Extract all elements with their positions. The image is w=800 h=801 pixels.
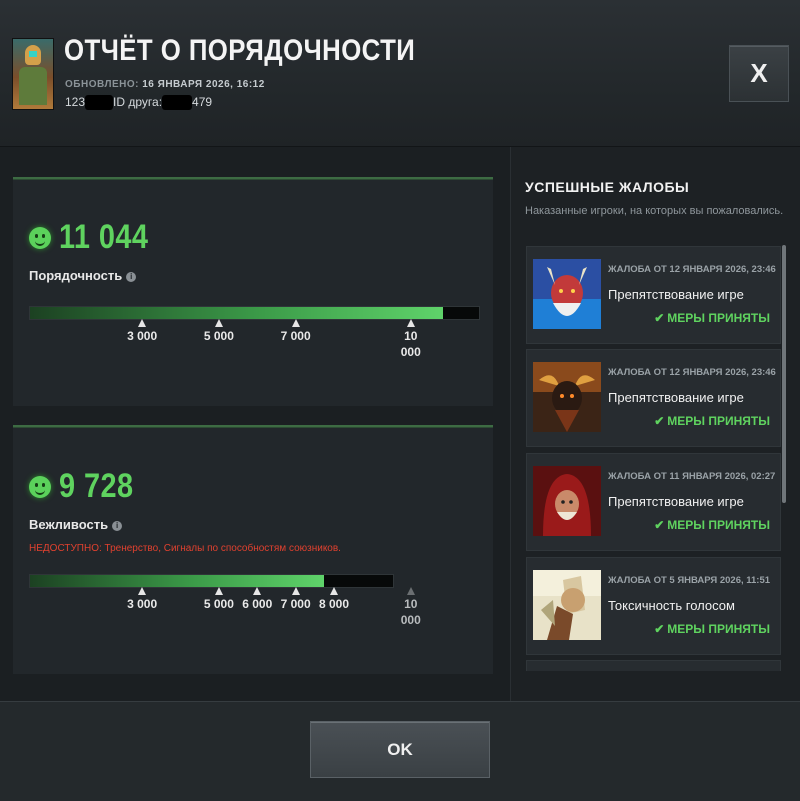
tick-label: 3 000 xyxy=(127,597,158,611)
tick-label: 7 000 xyxy=(280,329,311,343)
info-icon[interactable]: i xyxy=(126,272,137,282)
report-date: ЖАЛОБА ОТ 12 ЯНВАРЯ 2026, 23:46 xyxy=(608,264,776,275)
conduct-progress-fill xyxy=(30,307,444,319)
redaction-box xyxy=(85,95,114,111)
report-card[interactable]: ЖАЛОБА ОТ 11 ЯНВАРЯ 2026, 02:27 Препятст… xyxy=(526,453,781,551)
unavailable-notice: НЕДОСТУПНО: Тренерство, Сигналы по спосо… xyxy=(29,543,341,554)
report-status-text: МЕРЫ ПРИНЯТЫ xyxy=(667,414,770,428)
tick-marker xyxy=(291,319,300,327)
friend-id-label: ID друга: xyxy=(113,95,163,109)
close-icon[interactable]: X xyxy=(750,58,767,89)
checkmark-icon: ✔ xyxy=(654,414,665,428)
behavior-label: Вежливость i xyxy=(29,517,123,532)
ok-button-label[interactable]: OK xyxy=(387,740,413,760)
tick-label: 3 000 xyxy=(127,329,158,343)
smile-icon xyxy=(29,475,51,498)
conduct-score: 11 044 xyxy=(59,218,149,256)
report-status: ✔ МЕРЫ ПРИНЯТЫ xyxy=(654,518,770,532)
conduct-label: Порядочность i xyxy=(29,268,137,283)
report-status-text: МЕРЫ ПРИНЯТЫ xyxy=(667,622,770,636)
reports-scrollbar[interactable] xyxy=(782,245,786,503)
report-status: ✔ МЕРЫ ПРИНЯТЫ xyxy=(654,311,770,325)
report-status-text: МЕРЫ ПРИНЯТЫ xyxy=(667,311,770,325)
hero-portrait-red-horned-icon xyxy=(533,259,601,329)
report-reason: Препятствование игре xyxy=(608,494,744,509)
report-status: ✔ МЕРЫ ПРИНЯТЫ xyxy=(654,414,770,428)
report-reason: Препятствование игре xyxy=(608,390,744,405)
tick-marker xyxy=(253,587,262,595)
report-date: ЖАЛОБА ОТ 5 ЯНВАРЯ 2026, 11:51 xyxy=(608,575,771,586)
conduct-label-text: Порядочность xyxy=(29,268,123,283)
updated-timestamp: ОБНОВЛЕНО: 16 ЯНВАРЯ 2026, 16:12 xyxy=(65,79,265,90)
behavior-panel: 9 728 Вежливость i НЕДОСТУПНО: Тренерство… xyxy=(13,425,493,674)
behavior-progress-fill xyxy=(30,575,325,587)
updated-label: ОБНОВЛЕНО: xyxy=(65,79,139,90)
reports-subtitle: Наказанные игроки, на которых вы пожалов… xyxy=(525,205,784,217)
redaction-box xyxy=(162,95,193,111)
conduct-panel: 11 044 Порядочность i 3 000 5 000 7 000 10 0… xyxy=(13,177,493,406)
report-status: ✔ МЕРЫ ПРИНЯТЫ xyxy=(654,622,770,636)
report-card[interactable]: ЖАЛОБА ОТ 5 ЯНВАРЯ 2026, 11:51 Токсичнос… xyxy=(526,557,781,655)
report-header: ОТЧЁТ О ПОРЯДОЧНОСТИ ОБНОВЛЕНО: 16 ЯНВАР… xyxy=(0,0,800,147)
tick-label: 10 000 xyxy=(400,597,421,627)
reports-title: УСПЕШНЫЕ ЖАЛОБЫ xyxy=(525,179,690,195)
tick-label: 5 000 xyxy=(203,597,234,611)
behavior-label-text: Вежливость xyxy=(29,517,109,532)
tick-marker xyxy=(214,587,223,595)
ok-button[interactable]: OK xyxy=(310,721,490,778)
behavior-score: 9 728 xyxy=(59,467,134,505)
report-reason: Препятствование игре xyxy=(608,287,744,302)
behavior-progress-bar xyxy=(29,574,394,588)
report-card-partial xyxy=(526,660,781,671)
player-avatar xyxy=(12,38,54,110)
tick-marker xyxy=(406,319,415,327)
tick-marker xyxy=(138,319,147,327)
hero-portrait-dark-horned-icon xyxy=(533,362,601,432)
tick-marker xyxy=(291,587,300,595)
checkmark-icon: ✔ xyxy=(654,518,665,532)
account-ids: 123 ID друга: 479 xyxy=(65,95,213,111)
tick-label: 5 000 xyxy=(203,329,234,343)
tick-marker xyxy=(330,587,338,595)
tick-label: 6 000 xyxy=(242,597,273,611)
friend-id-suffix: 479 xyxy=(192,95,213,109)
updated-value: 16 ЯНВАРЯ 2026, 16:12 xyxy=(142,79,265,90)
report-date: ЖАЛОБА ОТ 12 ЯНВАРЯ 2026, 23:46 xyxy=(608,367,776,378)
report-card[interactable]: ЖАЛОБА ОТ 12 ЯНВАРЯ 2026, 23:46 Препятст… xyxy=(526,349,781,447)
tick-marker xyxy=(138,587,147,595)
account-id-prefix: 123 xyxy=(65,95,86,109)
report-card[interactable]: ЖАЛОБА ОТ 12 ЯНВАРЯ 2026, 23:46 Препятст… xyxy=(526,246,781,344)
close-button[interactable]: X xyxy=(729,45,789,102)
successful-reports-panel: УСПЕШНЫЕ ЖАЛОБЫ Наказанные игроки, на ко… xyxy=(510,147,800,701)
hero-portrait-hooded-icon xyxy=(533,466,601,536)
tick-label: 7 000 xyxy=(280,597,311,611)
page-title: ОТЧЁТ О ПОРЯДОЧНОСТИ xyxy=(64,34,416,67)
report-reason: Токсичность голосом xyxy=(608,598,735,613)
hero-portrait-light-icon xyxy=(533,570,601,640)
checkmark-icon: ✔ xyxy=(654,622,665,636)
report-status-text: МЕРЫ ПРИНЯТЫ xyxy=(667,518,770,532)
tick-label: 8 000 xyxy=(318,597,350,611)
tick-marker xyxy=(406,587,415,595)
report-date: ЖАЛОБА ОТ 11 ЯНВАРЯ 2026, 02:27 xyxy=(608,471,776,482)
checkmark-icon: ✔ xyxy=(654,311,665,325)
behavior-score-row: 9 728 xyxy=(29,467,147,506)
info-icon[interactable]: i xyxy=(112,521,123,531)
conduct-score-row: 11 044 xyxy=(29,218,164,257)
tick-label: 10 000 xyxy=(400,329,421,359)
smile-icon xyxy=(29,226,51,249)
conduct-progress-bar xyxy=(29,306,480,320)
tick-marker xyxy=(214,319,223,327)
